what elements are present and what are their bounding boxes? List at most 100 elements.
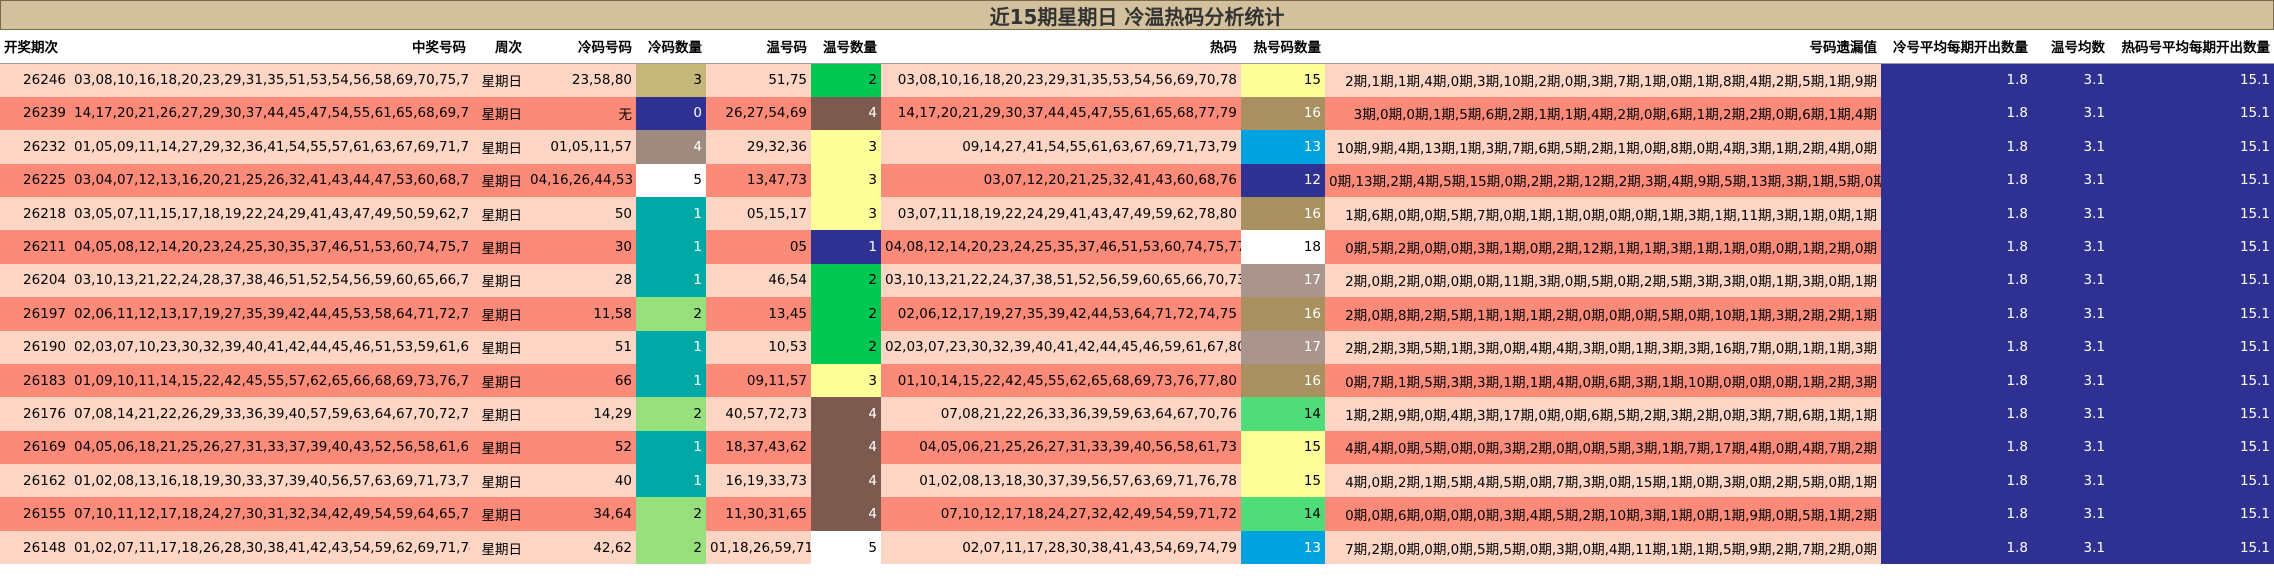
cell-hot-count[interactable]: 16 [1241,297,1325,331]
cell-cold-avg[interactable]: 1.8 [1881,397,2032,431]
cell-cold[interactable]: 23,58,80 [526,63,636,97]
cell-hot[interactable]: 04,08,12,14,20,23,24,25,35,37,46,51,53,6… [881,230,1241,264]
cell-cold[interactable]: 66 [526,363,636,398]
cell-hot[interactable]: 04,05,06,21,25,26,27,31,33,39,40,56,58,6… [881,430,1241,465]
cell-miss[interactable]: 0期,7期,1期,5期,3期,3期,1期,1期,4期,0期,6期,3期,1期,1… [1325,363,1881,398]
cell-cold-avg[interactable]: 1.8 [1881,497,2032,531]
cell-warm-count[interactable]: 3 [811,130,881,164]
cell-warm-count[interactable]: 4 [811,464,881,498]
cell-cold-count[interactable]: 2 [636,530,706,565]
cell-hot[interactable]: 03,10,13,21,22,24,37,38,51,52,56,59,60,6… [881,263,1241,298]
cell-cold[interactable]: 30 [526,230,636,264]
cell-cold[interactable]: 04,16,26,44,53 [526,163,636,197]
cell-numbers[interactable]: 03,10,13,21,22,24,28,37,38,46,51,52,54,5… [70,263,470,298]
cell-warm[interactable]: 40,57,72,73 [706,397,811,431]
cell-warm-count[interactable]: 4 [811,430,881,465]
cell-cold-avg[interactable]: 1.8 [1881,363,2032,398]
cell-hot-avg[interactable]: 15.1 [2109,163,2274,197]
cell-hot-avg[interactable]: 15.1 [2109,130,2274,164]
cell-miss[interactable]: 10期,9期,4期,13期,1期,3期,7期,6期,5期,2期,1期,0期,8期… [1325,130,1881,164]
cell-week[interactable]: 星期日 [470,363,526,398]
cell-issue[interactable]: 26218 [0,196,70,231]
cell-warm[interactable]: 09,11,57 [706,363,811,398]
cell-issue[interactable]: 26211 [0,230,70,264]
cell-miss[interactable]: 2期,0期,8期,2期,5期,1期,1期,1期,2期,0期,0期,0期,5期,0… [1325,297,1881,331]
cell-warm[interactable]: 05 [706,230,811,264]
cell-miss[interactable]: 3期,0期,0期,1期,5期,6期,2期,1期,1期,4期,2期,0期,6期,1… [1325,96,1881,131]
cell-hot-avg[interactable]: 15.1 [2109,464,2274,498]
cell-hot[interactable]: 02,06,12,17,19,27,35,39,42,44,53,64,71,7… [881,297,1241,331]
cell-numbers[interactable]: 03,04,07,12,13,16,20,21,25,26,32,41,43,4… [70,163,470,197]
cell-issue[interactable]: 26197 [0,297,70,331]
cell-warm-avg[interactable]: 3.1 [2032,230,2109,264]
cell-issue[interactable]: 26225 [0,163,70,197]
cell-cold[interactable]: 52 [526,430,636,465]
cell-issue[interactable]: 26183 [0,363,70,398]
cell-warm[interactable]: 10,53 [706,330,811,364]
cell-week[interactable]: 星期日 [470,63,526,97]
cell-miss[interactable]: 0期,13期,2期,4期,5期,15期,0期,2期,2期,12期,2期,3期,4… [1325,163,1881,197]
cell-warm[interactable]: 51,75 [706,63,811,97]
cell-numbers[interactable]: 02,03,07,10,23,30,32,39,40,41,42,44,45,4… [70,330,470,364]
cell-cold[interactable]: 无 [526,96,636,131]
cell-warm-count[interactable]: 3 [811,196,881,231]
cell-warm[interactable]: 13,47,73 [706,163,811,197]
cell-miss[interactable]: 1期,6期,0期,0期,5期,7期,0期,1期,1期,0期,0期,0期,1期,3… [1325,196,1881,231]
cell-cold-count[interactable]: 1 [636,230,706,264]
cell-warm-avg[interactable]: 3.1 [2032,263,2109,298]
cell-miss[interactable]: 4期,4期,0期,5期,0期,0期,3期,2期,0期,0期,5期,3期,1期,7… [1325,430,1881,465]
cell-miss[interactable]: 2期,1期,1期,4期,0期,3期,10期,2期,0期,3期,7期,1期,0期,… [1325,63,1881,97]
header-cold-avg[interactable]: 冷号平均每期开出数量 [1881,30,2032,64]
cell-hot[interactable]: 14,17,20,21,29,30,37,44,45,47,55,61,65,6… [881,96,1241,131]
cell-warm-avg[interactable]: 3.1 [2032,196,2109,231]
cell-hot-avg[interactable]: 15.1 [2109,96,2274,131]
cell-week[interactable]: 星期日 [470,297,526,331]
cell-hot-count[interactable]: 14 [1241,497,1325,531]
cell-hot[interactable]: 03,08,10,16,18,20,23,29,31,35,53,54,56,6… [881,63,1241,97]
cell-numbers[interactable]: 02,06,11,12,13,17,19,27,35,39,42,44,45,5… [70,297,470,331]
cell-hot-count[interactable]: 17 [1241,263,1325,298]
cell-warm[interactable]: 16,19,33,73 [706,464,811,498]
cell-cold[interactable]: 34,64 [526,497,636,531]
cell-cold[interactable]: 51 [526,330,636,364]
cell-week[interactable]: 星期日 [470,530,526,565]
cell-hot-avg[interactable]: 15.1 [2109,196,2274,231]
cell-hot-avg[interactable]: 15.1 [2109,430,2274,465]
header-hot-avg[interactable]: 热码号平均每期开出数量 [2109,30,2274,64]
cell-warm-count[interactable]: 4 [811,96,881,131]
cell-cold-count[interactable]: 1 [636,196,706,231]
cell-numbers[interactable]: 07,10,11,12,17,18,24,27,30,31,32,34,42,4… [70,497,470,531]
cell-cold-avg[interactable]: 1.8 [1881,530,2032,565]
cell-cold[interactable]: 50 [526,196,636,231]
cell-numbers[interactable]: 01,05,09,11,14,27,29,32,36,41,54,55,57,6… [70,130,470,164]
cell-cold-count[interactable]: 1 [636,430,706,465]
cell-hot[interactable]: 01,10,14,15,22,42,45,55,62,65,68,69,73,7… [881,363,1241,398]
cell-cold-count[interactable]: 1 [636,363,706,398]
cell-miss[interactable]: 0期,5期,2期,0期,0期,3期,1期,0期,2期,12期,1期,1期,3期,… [1325,230,1881,264]
cell-miss[interactable]: 0期,0期,6期,0期,0期,0期,3期,4期,5期,2期,10期,3期,1期,… [1325,497,1881,531]
cell-hot-avg[interactable]: 15.1 [2109,397,2274,431]
cell-week[interactable]: 星期日 [470,497,526,531]
cell-cold-count[interactable]: 1 [636,263,706,298]
cell-numbers[interactable]: 03,05,07,11,15,17,18,19,22,24,29,41,43,4… [70,196,470,231]
cell-issue[interactable]: 26246 [0,63,70,97]
cell-cold[interactable]: 01,05,11,57 [526,130,636,164]
cell-miss[interactable]: 7期,2期,0期,0期,0期,5期,5期,0期,3期,0期,4期,11期,1期,… [1325,530,1881,565]
cell-cold[interactable]: 14,29 [526,397,636,431]
cell-hot-count[interactable]: 17 [1241,330,1325,364]
cell-warm-avg[interactable]: 3.1 [2032,63,2109,97]
cell-cold-count[interactable]: 4 [636,130,706,164]
cell-cold-avg[interactable]: 1.8 [1881,330,2032,364]
cell-issue[interactable]: 26190 [0,330,70,364]
cell-warm-avg[interactable]: 3.1 [2032,397,2109,431]
cell-cold-avg[interactable]: 1.8 [1881,63,2032,97]
cell-warm[interactable]: 13,45 [706,297,811,331]
cell-issue[interactable]: 26239 [0,96,70,131]
cell-cold-count[interactable]: 1 [636,464,706,498]
cell-hot-count[interactable]: 16 [1241,363,1325,398]
cell-hot-avg[interactable]: 15.1 [2109,263,2274,298]
cell-cold[interactable]: 40 [526,464,636,498]
header-numbers[interactable]: 中奖号码 [70,30,470,64]
cell-cold-count[interactable]: 0 [636,96,706,131]
cell-hot-count[interactable]: 15 [1241,464,1325,498]
